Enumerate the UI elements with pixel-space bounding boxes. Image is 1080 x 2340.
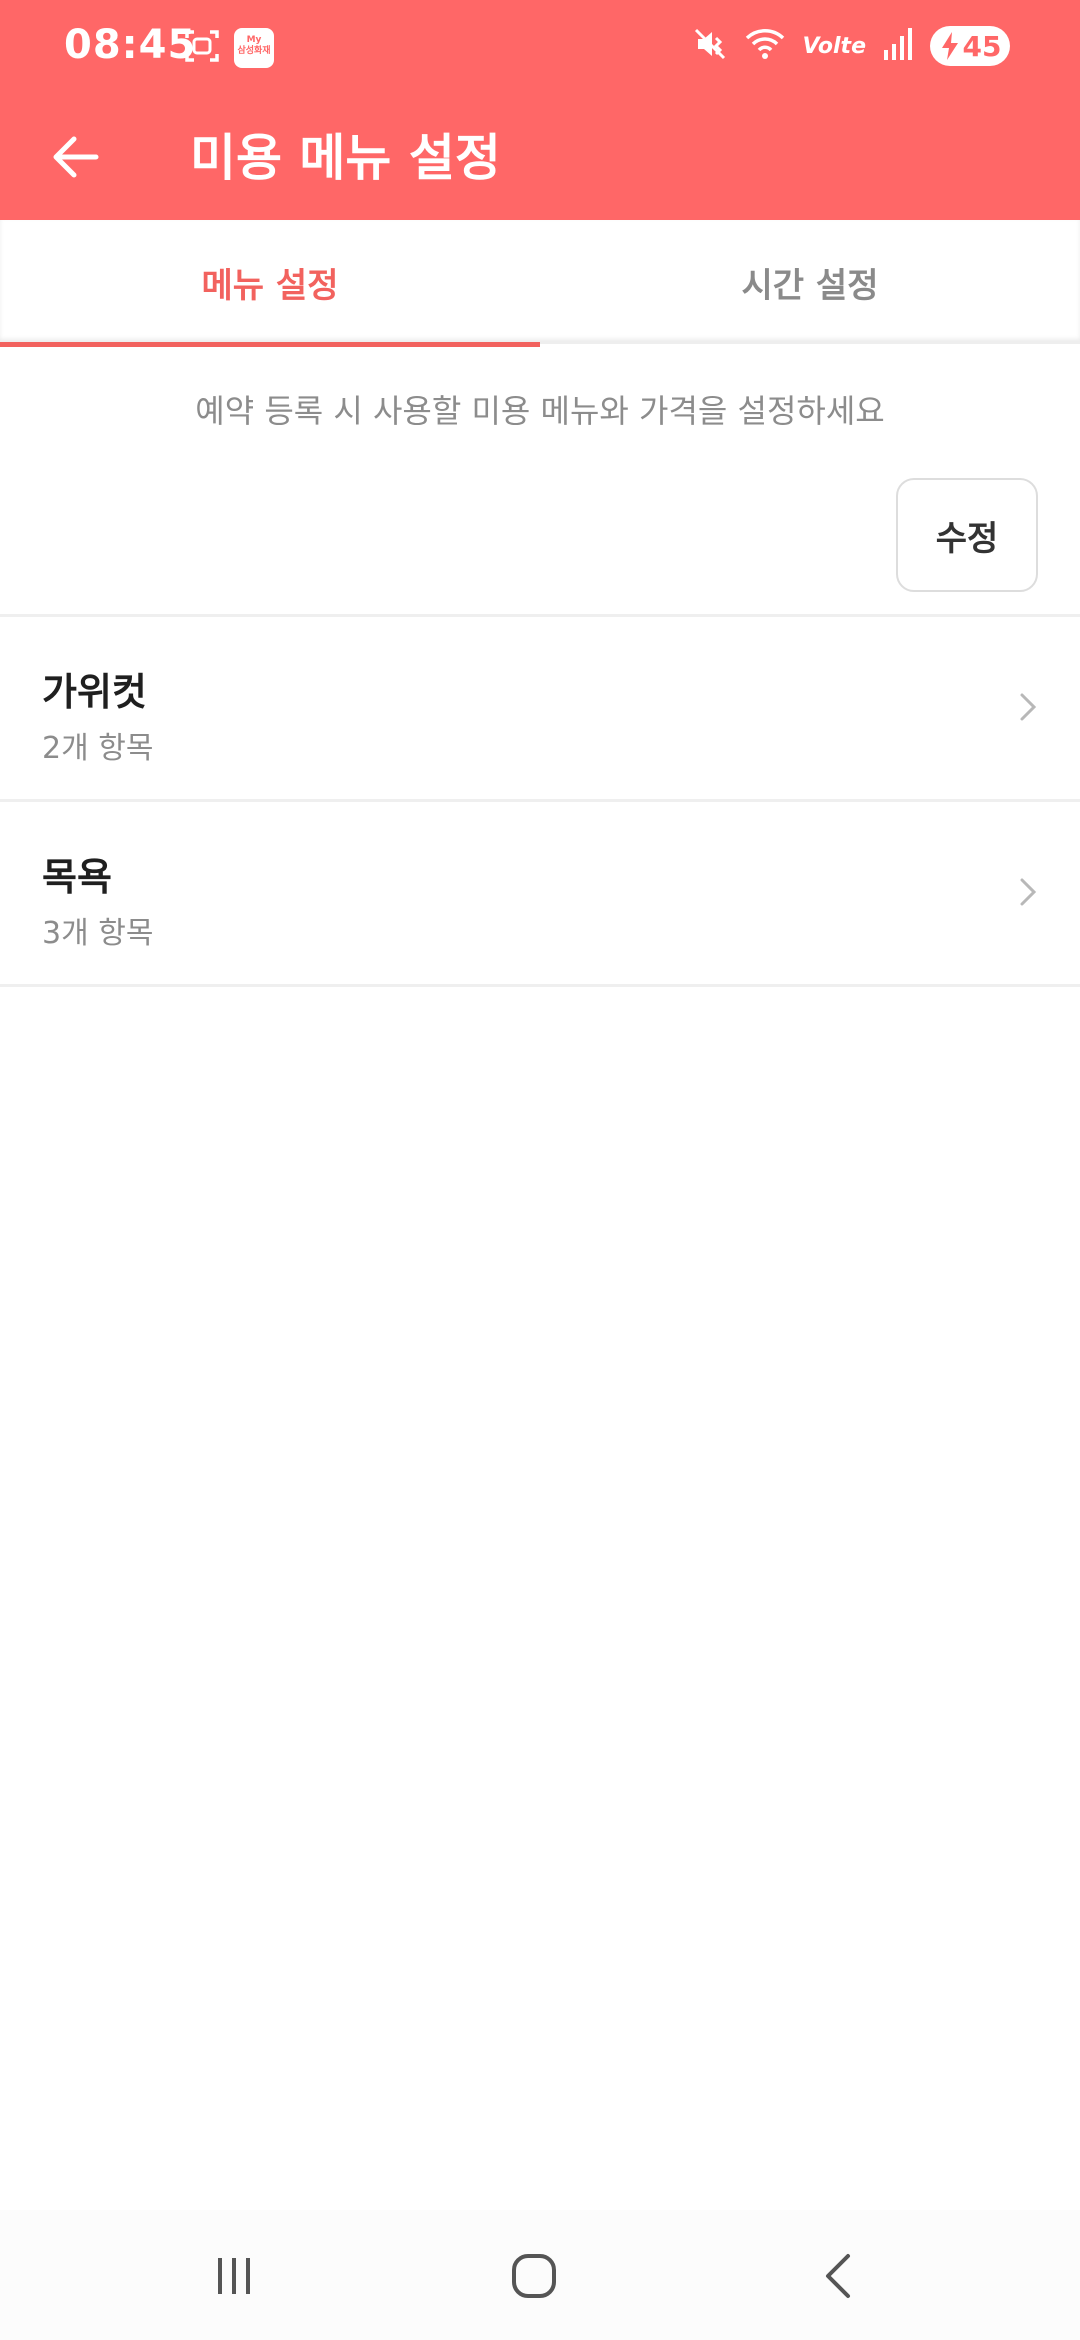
description-text: 예약 등록 시 사용할 미용 메뉴와 가격을 설정하세요 [195,392,885,430]
back-icon [826,2254,850,2298]
screenshot-icon [184,28,220,68]
divider [0,984,1080,987]
toolbar: 미용 메뉴 설정 [0,96,1080,220]
signal-icon [882,26,914,66]
app-notification-icon: My 삼성화재 [234,28,274,68]
nav-back-button[interactable] [798,2246,878,2306]
list-item-subtitle: 3개 항목 [42,916,154,951]
list-item-scissor-cut[interactable]: 가위컷 2개 항목 [0,617,1080,799]
battery-charging-icon: 45 [930,26,1010,66]
list-item-bath[interactable]: 목욕 3개 항목 [0,802,1080,984]
volte-label: Volte [802,33,866,59]
mute-icon [692,26,728,66]
page-title: 미용 메뉴 설정 [190,129,501,187]
edit-button[interactable]: 수정 [896,478,1038,592]
home-icon [512,2254,556,2298]
app-header: 08:45 My 삼성화재 Volte 45 미용 메뉴 설정 [0,0,1080,220]
home-button[interactable] [494,2246,574,2306]
tab-menu-settings[interactable]: 메뉴 설정 [0,220,540,347]
recent-apps-icon [218,2258,250,2294]
list-item-subtitle: 2개 항목 [42,731,154,766]
battery-percent: 45 [962,29,1002,63]
chevron-right-icon [1020,693,1037,721]
system-nav-bar [0,2210,1080,2340]
tab-time-settings[interactable]: 시간 설정 [540,220,1080,344]
tab-bar: 메뉴 설정 시간 설정 [0,220,1080,347]
wifi-icon [744,26,786,66]
list-item-title: 목욕 [42,855,112,899]
back-button[interactable] [40,122,110,192]
recent-apps-button[interactable] [194,2246,274,2306]
status-time: 08:45 [64,22,197,68]
arrow-left-icon [53,136,99,178]
chevron-right-icon [1020,878,1037,906]
list-item-title: 가위컷 [42,670,147,714]
status-bar: 08:45 My 삼성화재 Volte 45 [0,0,1080,96]
